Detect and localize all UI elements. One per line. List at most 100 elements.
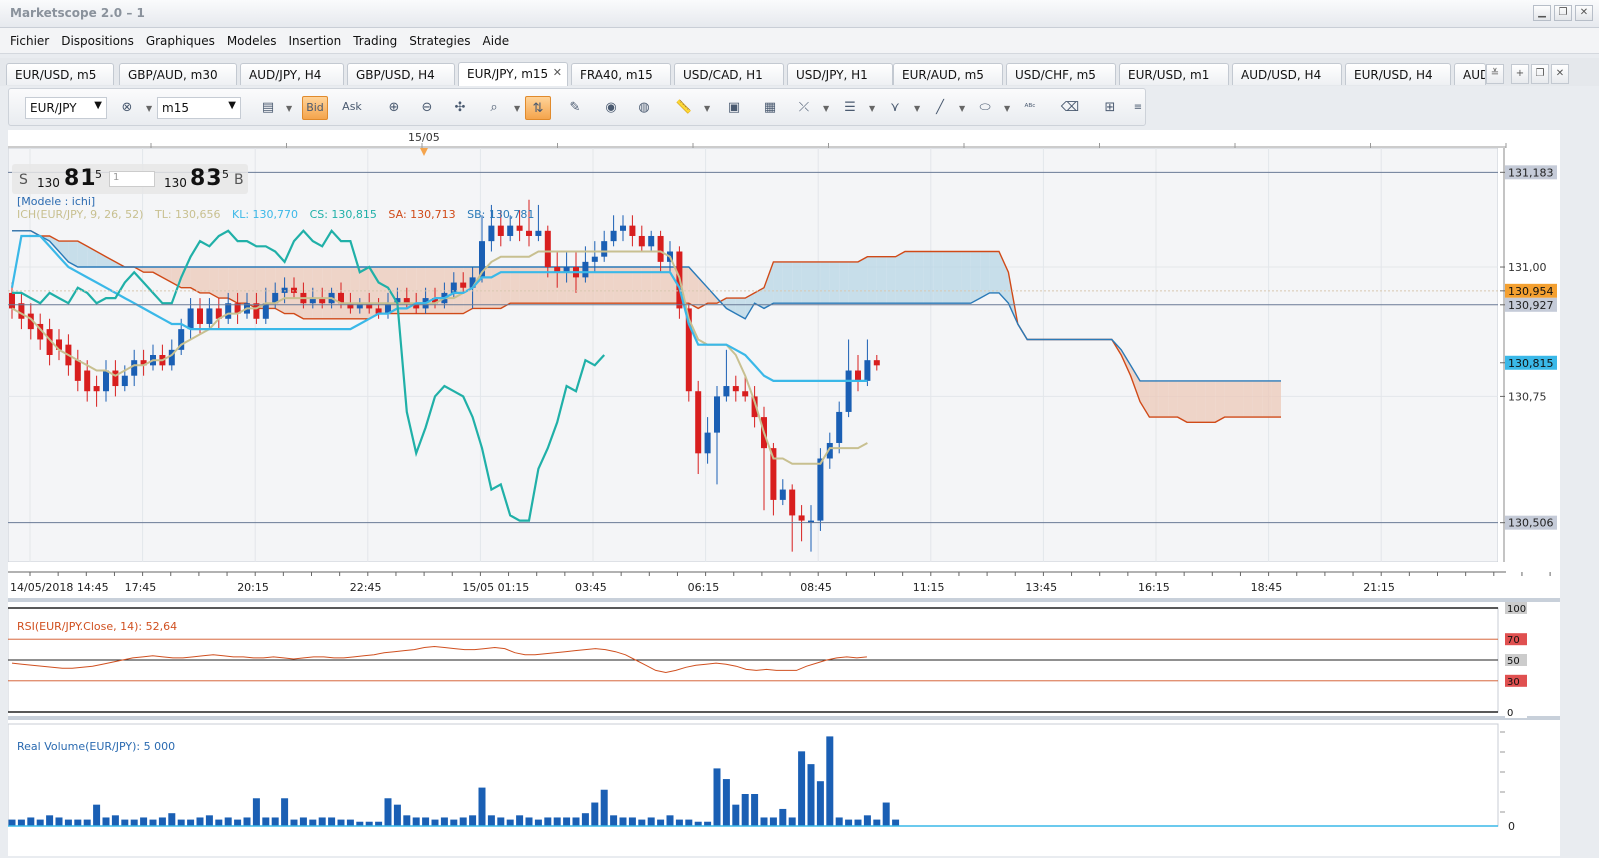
- tab-aud-partial[interactable]: AUD: [1454, 63, 1486, 85]
- symbol-value: EUR/JPY: [30, 101, 77, 115]
- menu-fichier[interactable]: Fichier: [4, 34, 55, 48]
- bid-button[interactable]: Bid: [302, 96, 328, 120]
- menu-insertion[interactable]: Insertion: [283, 34, 348, 48]
- close-all-tabs-icon[interactable]: ✕: [1551, 64, 1569, 84]
- hierarchy-icon[interactable]: ⊞: [1097, 96, 1123, 120]
- volume-bar: [403, 815, 411, 826]
- horizontal-lines-icon[interactable]: ☰: [837, 96, 863, 120]
- buy-price[interactable]: 83: [190, 166, 223, 191]
- kumo-cloud-segment: [820, 261, 830, 304]
- tab-audusd-h4[interactable]: AUD/USD, H4: [1232, 63, 1342, 85]
- draw-lines-icon[interactable]: ⤫: [791, 96, 817, 120]
- kumo-cloud-segment: [1262, 380, 1272, 418]
- tab-list-chevron-icon[interactable]: ≚: [1486, 64, 1504, 84]
- zoom-in-icon[interactable]: ⊕: [381, 96, 407, 120]
- time-label: 13:45: [1025, 581, 1057, 594]
- sell-label[interactable]: S: [19, 172, 28, 188]
- symbol-select[interactable]: EUR/JPY ▼: [25, 97, 107, 119]
- trend-line-icon[interactable]: ╱: [927, 96, 953, 120]
- window-chart-icon[interactable]: ▦: [757, 96, 783, 120]
- buy-label[interactable]: B: [234, 172, 244, 188]
- tab-euraud-m5[interactable]: EUR/AUD, m5: [893, 63, 1003, 85]
- candle-body: [488, 225, 495, 242]
- kumo-cloud-segment: [1252, 380, 1263, 418]
- tab-usdcad-h1[interactable]: USD/CAD, H1: [674, 63, 784, 85]
- tab-fra40-m15[interactable]: FRA40, m15: [571, 63, 671, 85]
- eraser-icon[interactable]: ⌫: [1057, 96, 1083, 120]
- text-label-icon[interactable]: ᴬᴮᶜ: [1017, 96, 1043, 120]
- tab-label: FRA40, m15: [580, 68, 653, 82]
- properties-icon[interactable]: ✎: [562, 96, 588, 120]
- chevron-down-icon: ▼: [94, 100, 102, 111]
- rsi-level-label: 30: [1507, 677, 1520, 688]
- volume-bar: [610, 815, 618, 826]
- remove-indicator-icon[interactable]: ⊗: [114, 96, 140, 120]
- chart-area[interactable]: 15/05 131,183 131,00 130,954 130,927 130,815 1…: [7, 130, 1579, 856]
- tab-eurusd-m5[interactable]: EUR/USD, m5: [6, 63, 114, 85]
- autoscroll-icon[interactable]: ⇅: [525, 96, 551, 120]
- kumo-cloud-segment: [1271, 380, 1281, 418]
- menu-graphiques[interactable]: Graphiques: [140, 34, 221, 48]
- close-button[interactable]: ✕: [1575, 5, 1593, 21]
- tab-eurusd-m1[interactable]: EUR/USD, m1: [1119, 63, 1229, 85]
- sell-price[interactable]: 81: [64, 166, 97, 191]
- tab-eurusd-h4[interactable]: EUR/USD, H4: [1345, 63, 1451, 85]
- close-tab-icon[interactable]: ✕: [553, 66, 562, 79]
- chevron-down-icon[interactable]: ▼: [959, 104, 965, 113]
- chart-toolbar: EUR/JPY ▼ ⊗ ▼ m15 ▼ ▤ ▼ Bid Ask ⊕ ⊖ ✣ ⌕ ▼ …: [8, 88, 1146, 126]
- ruler-icon[interactable]: 📏: [671, 96, 697, 120]
- eye-icon[interactable]: ◉: [598, 96, 624, 120]
- volume-bar: [713, 768, 721, 826]
- chart-type-icon[interactable]: ▤: [255, 96, 281, 120]
- tab-eurjpy-m15[interactable]: EUR/JPY, m15 ✕: [458, 62, 568, 86]
- candle-body: [103, 370, 109, 392]
- toolbar-overflow-icon[interactable]: ≡: [1125, 96, 1151, 120]
- menu-aide[interactable]: Aide: [477, 34, 516, 48]
- restore-tab-icon[interactable]: ❐: [1531, 64, 1549, 84]
- ask-button[interactable]: Ask: [339, 96, 365, 120]
- timeframe-select[interactable]: m15 ▼: [157, 97, 241, 119]
- chevron-down-icon[interactable]: ▼: [146, 104, 152, 113]
- menu-trading[interactable]: Trading: [347, 34, 403, 48]
- volume-bar: [722, 779, 730, 826]
- chart-svg[interactable]: 15/05 131,183 131,00 130,954130,927 130,815 1…: [7, 130, 1579, 856]
- volume-bar: [581, 813, 589, 826]
- maximize-button[interactable]: ❐: [1554, 5, 1572, 21]
- volume-bar: [892, 819, 900, 826]
- image-icon[interactable]: ▣: [721, 96, 747, 120]
- crosshair-icon[interactable]: ✣: [447, 96, 473, 120]
- menu-strategies[interactable]: Strategies: [403, 34, 476, 48]
- amount-input[interactable]: 1: [109, 171, 155, 187]
- chevron-down-icon[interactable]: ▼: [869, 104, 875, 113]
- ellipse-icon[interactable]: ⬭: [972, 96, 998, 120]
- minimize-button[interactable]: ▁: [1533, 5, 1551, 21]
- tab-gbpusd-h4[interactable]: GBP/USD, H4: [347, 63, 455, 85]
- tab-gbpaud-m30[interactable]: GBP/AUD, m30: [119, 63, 237, 85]
- kumo-cloud-segment: [952, 251, 962, 304]
- chevron-down-icon[interactable]: ▼: [823, 104, 829, 113]
- candle-body: [74, 360, 81, 381]
- tab-audjpy-h4[interactable]: AUD/JPY, H4: [240, 63, 344, 85]
- price-label: 130,75: [1508, 390, 1547, 403]
- rsi-level-label: 0: [1507, 708, 1513, 719]
- volume-bar: [563, 817, 571, 826]
- quote-box[interactable]: S 130 81 5 1 130 83 5 B: [12, 164, 248, 194]
- chevron-down-icon[interactable]: ▼: [286, 104, 292, 113]
- menu-bar: Fichier Dispositions Graphiques Modeles …: [0, 28, 1599, 54]
- zoom-out-icon[interactable]: ⊖: [414, 96, 440, 120]
- chevron-down-icon[interactable]: ▼: [704, 104, 710, 113]
- chevron-down-icon[interactable]: ▼: [914, 104, 920, 113]
- kumo-cloud-segment: [923, 251, 934, 304]
- globe-icon[interactable]: ◍: [631, 96, 657, 120]
- tab-usdchf-m5[interactable]: USD/CHF, m5: [1006, 63, 1116, 85]
- magnifier-icon[interactable]: ⌕: [481, 96, 507, 120]
- fan-lines-icon[interactable]: ⋎: [882, 96, 908, 120]
- candle-body: [620, 225, 626, 231]
- tab-usdjpy-h1[interactable]: USD/JPY, H1: [787, 63, 893, 85]
- menu-dispositions[interactable]: Dispositions: [55, 34, 140, 48]
- menu-modeles[interactable]: Modeles: [221, 34, 283, 48]
- new-tab-plus-icon[interactable]: +: [1511, 64, 1529, 84]
- chevron-down-icon[interactable]: ▼: [514, 104, 520, 113]
- chevron-down-icon[interactable]: ▼: [1004, 104, 1010, 113]
- volume-bar: [769, 817, 777, 826]
